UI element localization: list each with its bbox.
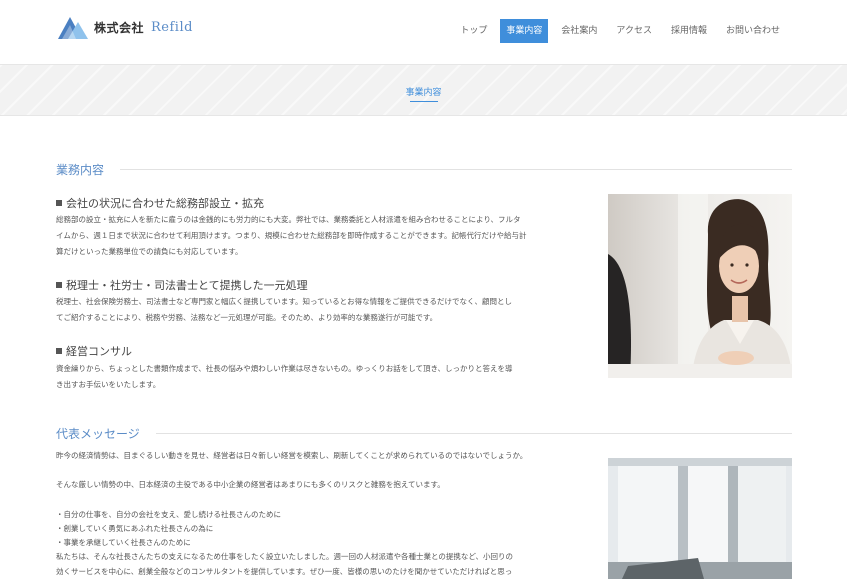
message-line-1: 昨今の経済情勢は、目まぐるしい動きを見せ、経営者は日々新しい経営を模索し、刷新し… <box>56 451 528 460</box>
business-item-title-1: 会社の状況に合わせた総務部設立・拡充 <box>56 195 264 211</box>
message-line-5: ・事業を承継していく社長さんのために <box>56 538 191 547</box>
logo-sub: Refild <box>151 19 193 35</box>
message-line-2: そんな厳しい情勢の中、日本経済の主役である中小企業の経営者はあまりにも多くのリス… <box>56 480 445 489</box>
page-title-underline <box>410 101 438 102</box>
main-nav: トップ 事業内容 会社案内 アクセス 採用情報 お問い合わせ <box>447 19 786 43</box>
logo-mark-icon <box>58 17 88 39</box>
page-hero: 事業内容 <box>0 64 847 116</box>
nav-item-contact[interactable]: お問い合わせ <box>720 19 786 43</box>
square-bullet-icon <box>56 282 62 288</box>
office-window-image <box>608 458 792 579</box>
message-heading: 代表メッセージ <box>56 425 792 442</box>
business-item-text-2: 税理士、社会保険労務士、司法書士など専門家と幅広く提携しています。知っているとお… <box>56 297 512 322</box>
business-photo <box>608 194 792 378</box>
business-item-text-3: 資金繰りから、ちょっとした書類作成まで、社長の悩みや煩わしい作業は尽きないもの。… <box>56 364 513 389</box>
business-item-title-2: 税理士・社労士・司法書士とて提携した一元処理 <box>56 277 308 293</box>
square-bullet-icon <box>56 348 62 354</box>
nav-item-company[interactable]: 会社案内 <box>555 19 603 43</box>
businesswoman-image <box>608 194 792 378</box>
nav-item-business[interactable]: 事業内容 <box>500 19 549 43</box>
page-title: 事業内容 <box>405 88 442 98</box>
message-photo <box>608 458 792 579</box>
message-line-6: 私たちは、そんな社長さんたちの支えになるため仕事をしたく設立いたしました。週一回… <box>56 552 514 561</box>
site-header: 株式会社 Refild トップ 事業内容 会社案内 アクセス 採用情報 お問い合… <box>0 0 847 64</box>
logo[interactable]: 株式会社 Refild <box>56 12 193 42</box>
business-item-title-3: 経営コンサル <box>56 343 132 359</box>
business-heading: 業務内容 <box>56 161 792 178</box>
message-heading-text: 代表メッセージ <box>56 427 140 441</box>
nav-item-access[interactable]: アクセス <box>610 19 658 43</box>
nav-item-recruit[interactable]: 採用情報 <box>665 19 713 43</box>
message-line-4: ・創業していく勇気にあふれた社長さんの為に <box>56 524 214 533</box>
message-line-3: ・自分の仕事を、自分の会社を支え、愛し続ける社長さんのために <box>56 510 281 519</box>
business-heading-text: 業務内容 <box>56 163 105 177</box>
nav-item-top[interactable]: トップ <box>454 19 493 43</box>
square-bullet-icon <box>56 200 62 206</box>
message-heading-rule <box>155 433 792 434</box>
message-line-7: 効くサービスを中心に、創業全般などのコンサルタントを提供しています。ぜひ一度、皆… <box>56 567 513 576</box>
business-item-text-1: 総務部の設立・拡充に人を新たに雇うのは金銭的にも労力的にも大変。弊社では、業務委… <box>56 215 527 256</box>
logo-text: 株式会社 <box>94 20 145 35</box>
business-heading-rule <box>120 169 792 170</box>
